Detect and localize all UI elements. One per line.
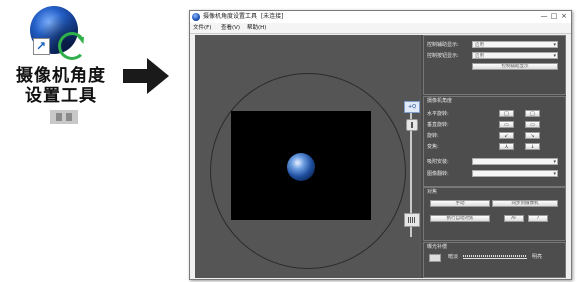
shortcut-label-line1: 摄像机角度: [16, 66, 106, 86]
flip-dropdown[interactable]: [472, 170, 558, 178]
zoom-out-icon-button[interactable]: ⅄: [499, 143, 514, 150]
control-panel: 控制辅助显示: 启用 控制按钮显示: 启用 控制辅助显示 摄像机角度 水平旋转:…: [421, 35, 566, 278]
menu-help[interactable]: 帮助(H): [247, 24, 266, 32]
pan-label: 水平旋转:: [427, 111, 449, 117]
minimize-button[interactable]: —: [540, 12, 548, 20]
app-icon: [192, 13, 200, 21]
earth-globe-image: [287, 153, 315, 181]
right-arrow-icon: [123, 58, 169, 94]
menu-file[interactable]: 文件(F): [193, 24, 211, 32]
exposure-dark-label: 暗淡: [448, 254, 459, 260]
focus-section: 对焦 手动 同步到摄像机 执行自动对焦 AF ?: [423, 187, 566, 241]
rotate-label: 旋转:: [427, 133, 439, 139]
menu-bar: 文件(F) 查看(V) 帮助(H): [190, 23, 571, 34]
preview-frame: [231, 111, 371, 220]
display-section: 控制辅助显示: 启用 控制按钮显示: 启用 控制辅助显示: [423, 35, 566, 95]
button-display-dropdown[interactable]: 启用: [472, 52, 558, 60]
sync-camera-button[interactable]: 同步到摄像机: [492, 200, 558, 207]
title-bar[interactable]: 摄像机角度设置工具 [未连接] — □ ×: [190, 11, 571, 23]
maximize-button[interactable]: □: [550, 12, 558, 20]
rotate-left-button[interactable]: ↙: [499, 132, 514, 139]
exposure-slider-track[interactable]: [463, 258, 527, 259]
tilt-down-button[interactable]: ▭: [499, 121, 514, 128]
zoom-in-button[interactable]: +Q: [404, 101, 420, 113]
close-button[interactable]: ×: [560, 12, 568, 20]
flip-label: 图像翻转:: [427, 171, 449, 177]
help-icon-button[interactable]: ?: [528, 215, 548, 222]
client-area: +Q 控制辅助显示: 启用 控制按钮显示: 启用 控制辅助显示 摄像机角度 水平…: [195, 35, 566, 278]
window-title: 摄像机角度设置工具 [未连接]: [203, 13, 284, 20]
exposure-slider-ticks[interactable]: [463, 255, 527, 257]
camera-angle-section: 摄像机角度 水平旋转: □ □ 垂直旋转: ▭ ▭ 旋转: ↙ ↘ 变焦: ⅄ …: [423, 96, 566, 187]
pan-left-button[interactable]: □: [499, 110, 514, 117]
shortcut-arrow-icon: ↗: [33, 38, 50, 55]
zoom-out-button[interactable]: [404, 213, 420, 227]
pan-right-button[interactable]: □: [525, 110, 540, 117]
assist-display-dropdown[interactable]: 启用: [472, 41, 558, 49]
button-display-label: 控制按钮显示:: [427, 53, 459, 59]
assist-display-label: 控制辅助显示:: [427, 42, 459, 48]
shortcut-label-line2: 设置工具: [25, 86, 97, 106]
zoom-in-icon-button[interactable]: ↓: [525, 143, 540, 150]
mount-dropdown[interactable]: [472, 158, 558, 166]
camera-angle-title: 摄像机角度: [427, 98, 453, 104]
app-window: 摄像机角度设置工具 [未连接] — □ × 文件(F) 查看(V) 帮助(H) …: [189, 10, 572, 280]
assist-display-button[interactable]: 控制辅助显示: [472, 63, 558, 70]
rotate-right-button[interactable]: ↘: [525, 132, 540, 139]
exposure-title: 曝光补偿: [427, 244, 448, 250]
manual-focus-button[interactable]: 手动: [430, 200, 490, 207]
grid-icon: [408, 217, 416, 223]
rotate-icon: [58, 32, 86, 60]
tilt-up-button[interactable]: ▭: [525, 121, 540, 128]
exposure-bright-label: 明亮: [532, 254, 543, 260]
mount-label: 吸附安装:: [427, 159, 449, 165]
auto-focus-button[interactable]: 执行自动对焦: [430, 215, 490, 222]
zoom-slider-thumb[interactable]: [406, 119, 418, 131]
exposure-value-box[interactable]: [429, 254, 441, 262]
camera-viewport[interactable]: [195, 35, 419, 278]
menu-view[interactable]: 查看(V): [221, 24, 240, 32]
desktop-shortcut[interactable]: ↗ 摄像机角度 设置工具: [16, 6, 108, 124]
exposure-section: 曝光补偿 暗淡 明亮: [423, 242, 566, 278]
af-icon-button[interactable]: AF: [504, 215, 524, 222]
selection-indicator: [50, 110, 78, 124]
zoom-label: 变焦:: [427, 144, 439, 150]
tilt-label: 垂直旋转:: [427, 122, 449, 128]
focus-title: 对焦: [427, 189, 438, 195]
